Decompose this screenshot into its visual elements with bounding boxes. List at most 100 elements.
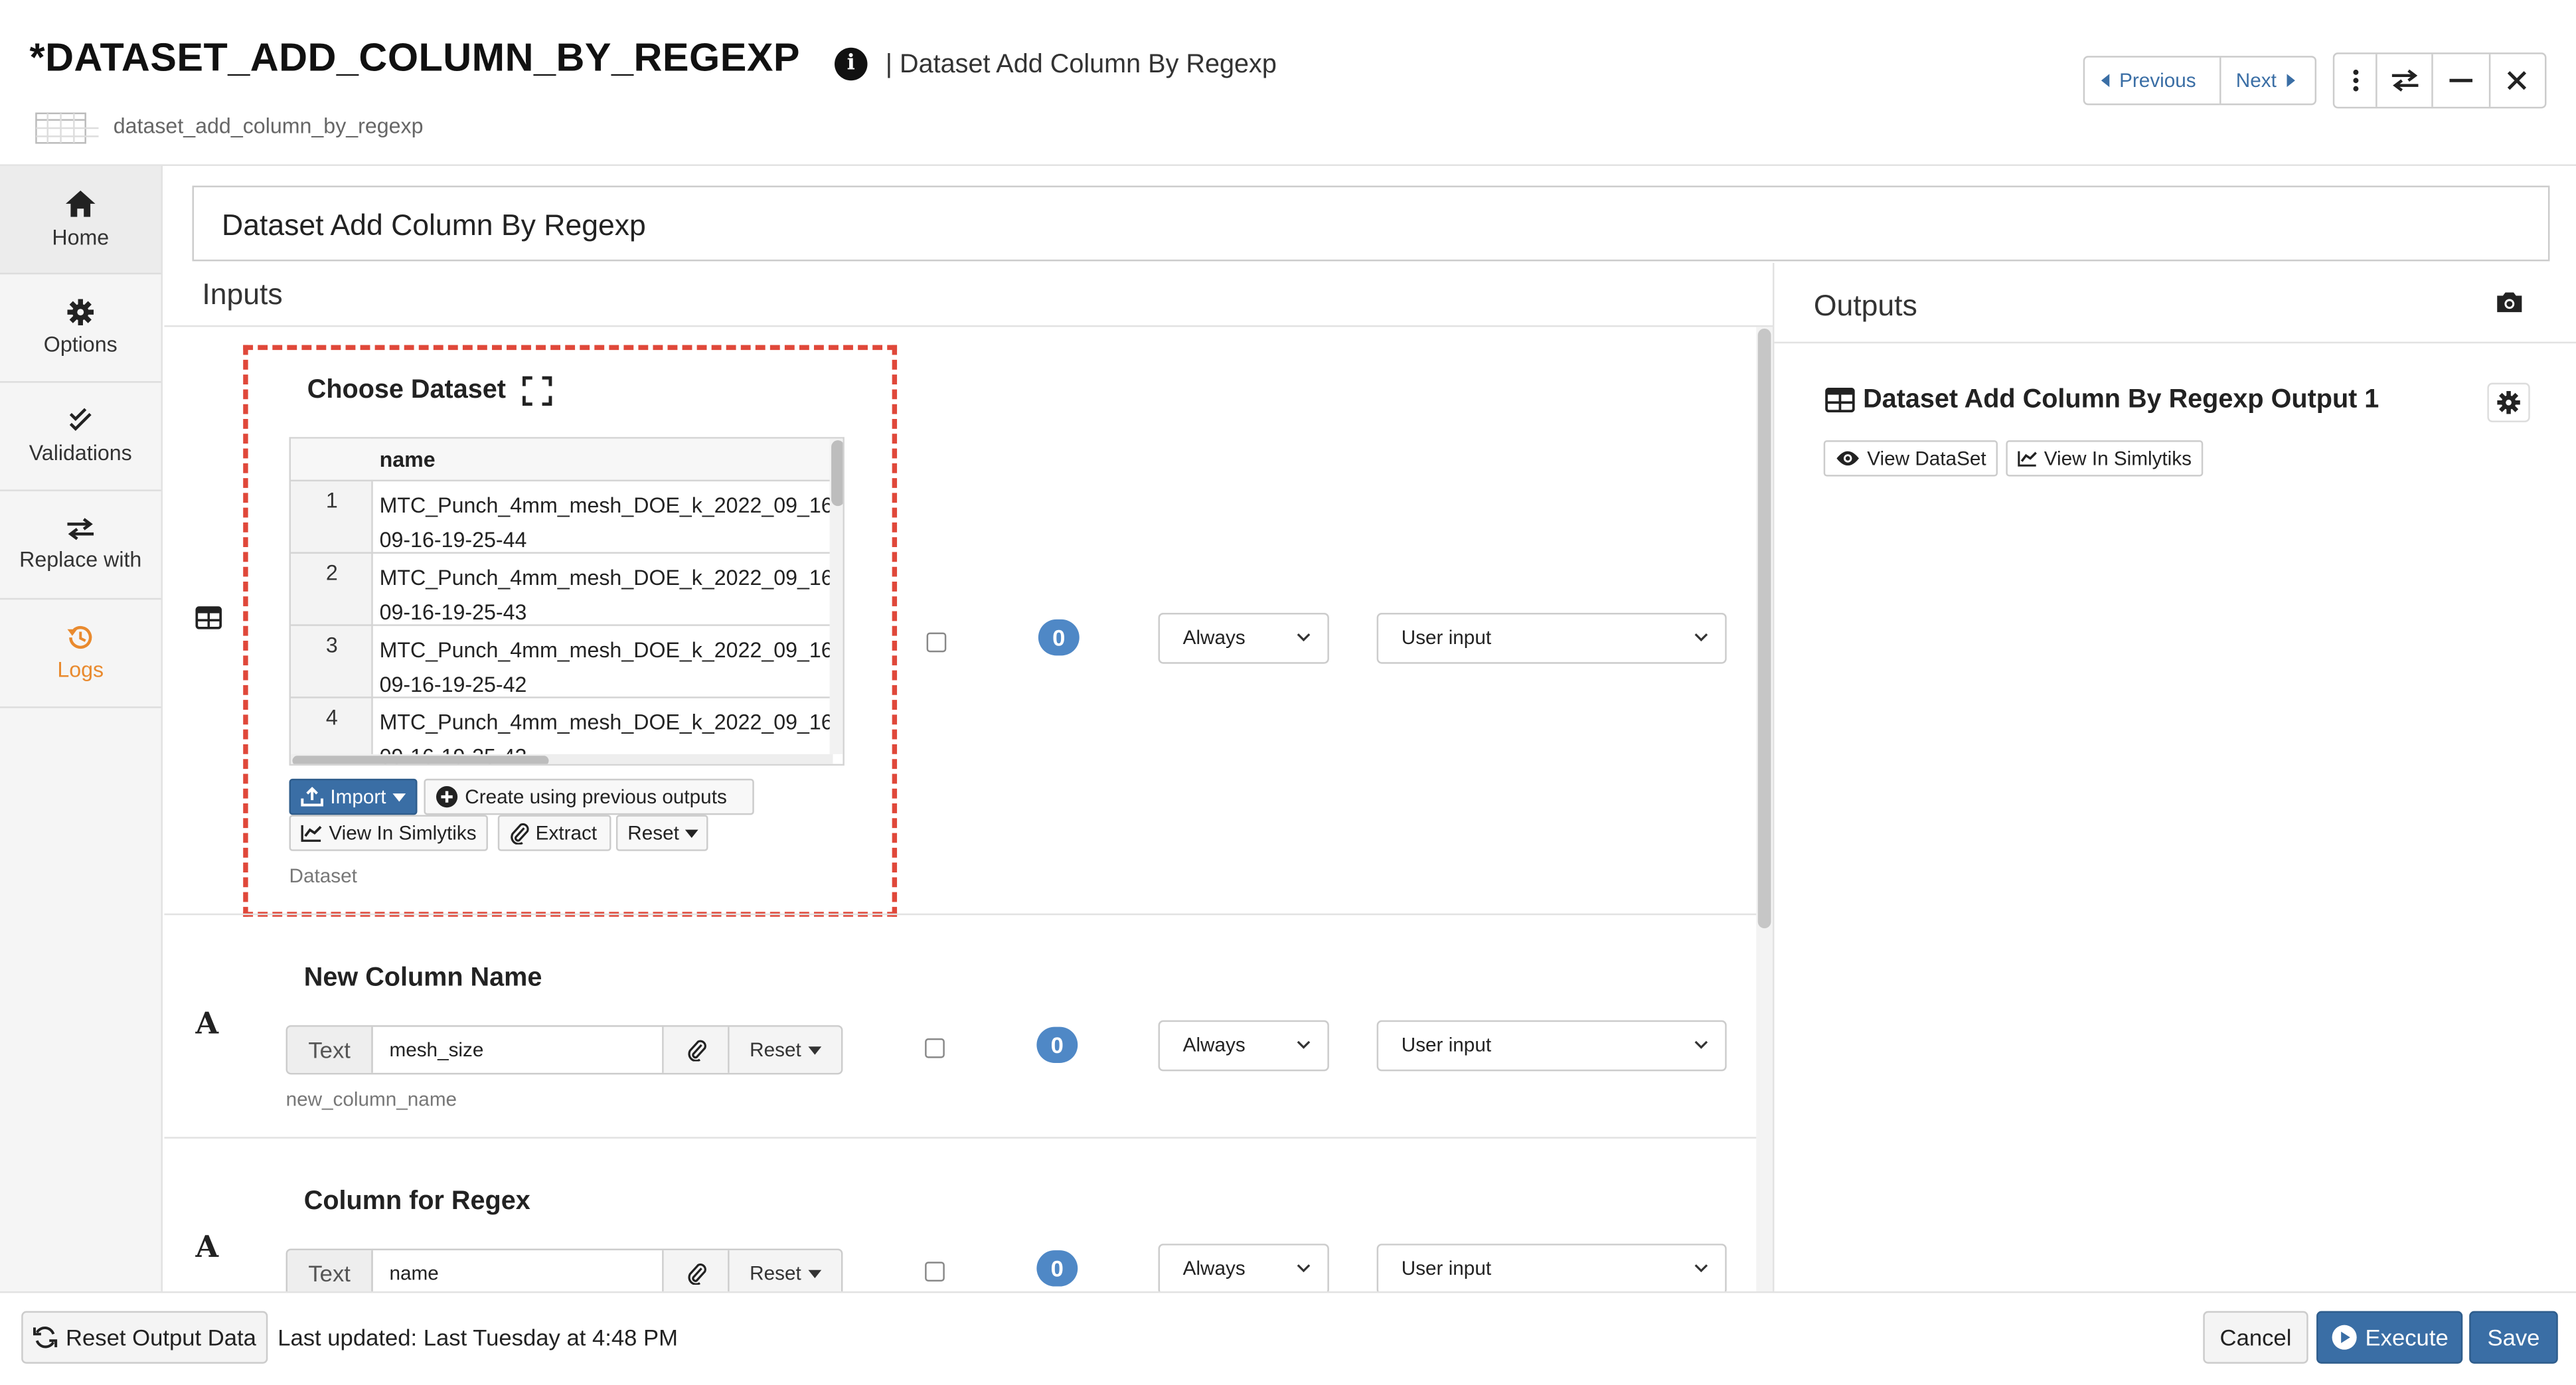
new-column-name-label: New Column Name xyxy=(303,964,542,993)
camera-icon[interactable] xyxy=(2496,291,2524,314)
upload-icon xyxy=(301,787,323,807)
create-using-previous-outputs-button[interactable]: Create using previous outputs xyxy=(424,778,754,815)
row-index: 1 xyxy=(325,487,338,513)
column-for-regex-source-select[interactable]: User input xyxy=(1376,1244,1727,1291)
output-view-in-simlytiks-button[interactable]: View In Simlytiks xyxy=(2006,440,2204,477)
execute-button[interactable]: Execute xyxy=(2316,1311,2463,1364)
attach-button[interactable] xyxy=(663,1250,730,1291)
paperclip-icon xyxy=(511,823,529,845)
table-icon xyxy=(195,606,222,629)
paperclip-icon xyxy=(687,1040,706,1062)
next-label: Next xyxy=(2235,68,2277,92)
grid-horizontal-scrollbar-thumb[interactable] xyxy=(292,756,549,764)
column-for-regex-condition-select[interactable]: Always xyxy=(1158,1244,1329,1291)
output-settings-button[interactable] xyxy=(2487,382,2530,422)
text-type-icon: A xyxy=(195,1230,219,1265)
execute-label: Execute xyxy=(2365,1324,2449,1351)
table-row[interactable]: 1 MTC_Punch_4mm_mesh_DOE_k_2022_09_16 09-… xyxy=(290,481,833,554)
row-value: MTC_Punch_4mm_mesh_DOE_k_2022_09_1609-16… xyxy=(379,493,833,552)
attach-button[interactable] xyxy=(663,1026,730,1073)
vertical-dots-icon xyxy=(2352,69,2358,92)
previous-label: Previous xyxy=(2119,68,2196,92)
column-for-regex-row: A Column for Regex Text name Reset 0 Alw… xyxy=(164,1139,1756,1291)
select-value: Always xyxy=(1182,1033,1246,1057)
paperclip-icon xyxy=(687,1263,706,1285)
sidebar-item-home[interactable]: Home xyxy=(0,165,161,275)
sidebar-item-label: Logs xyxy=(57,657,104,682)
inputs-scrollbar-thumb[interactable] xyxy=(1757,328,1771,929)
reset-dropdown-button[interactable]: Reset xyxy=(615,815,708,851)
sidebar-item-label: Options xyxy=(43,331,118,357)
text-type-icon: A xyxy=(195,1007,219,1042)
text-addon: Text xyxy=(287,1026,373,1073)
import-button[interactable]: Import xyxy=(289,778,418,815)
gear-icon xyxy=(2497,390,2520,414)
chevron-down-icon xyxy=(1297,633,1311,642)
row-value: MTC_Punch_4mm_mesh_DOE_k_2022_09_1609-16… xyxy=(379,565,833,625)
reset-dropdown-button[interactable]: Reset xyxy=(729,1250,841,1291)
minimize-button[interactable] xyxy=(2434,54,2490,107)
inputs-title: Inputs xyxy=(202,278,283,311)
swap-icon xyxy=(2391,69,2418,92)
sidebar-item-label: Home xyxy=(52,225,110,250)
sidebar-item-logs[interactable]: Logs xyxy=(0,600,161,708)
sidebar-item-validations[interactable]: Validations xyxy=(0,383,161,491)
reset-output-data-button[interactable]: Reset Output Data xyxy=(21,1311,268,1364)
view-in-simlytiks-button[interactable]: View In Simlytiks xyxy=(289,815,488,851)
previous-button[interactable]: Previous xyxy=(2101,58,2196,104)
chevron-down-icon xyxy=(1694,1264,1708,1273)
reset-dropdown-button[interactable]: Reset xyxy=(729,1026,841,1073)
close-button[interactable] xyxy=(2490,54,2544,107)
refresh-icon xyxy=(33,1326,58,1348)
reset-label: Reset xyxy=(627,821,679,845)
table-grid-icon xyxy=(35,112,100,144)
minus-icon xyxy=(2449,78,2473,82)
dataset-grid[interactable]: name 1 MTC_Punch_4mm_mesh_DOE_k_2022_09_… xyxy=(289,437,845,766)
dataset-count-badge: 0 xyxy=(1038,619,1080,656)
extract-button[interactable]: Extract xyxy=(497,815,611,851)
column-for-regex-checkbox[interactable] xyxy=(925,1262,945,1282)
expand-icon[interactable] xyxy=(522,376,552,406)
sidebar-item-replace-with[interactable]: Replace with xyxy=(0,491,161,600)
grid-column-header[interactable]: name xyxy=(380,447,436,471)
caret-down-icon xyxy=(807,1269,821,1277)
dataset-condition-select[interactable]: Always xyxy=(1158,612,1329,664)
view-dataset-button[interactable]: View DataSet xyxy=(1823,440,1998,477)
table-row[interactable]: 3 MTC_Punch_4mm_mesh_DOE_k_2022_09_16 09-… xyxy=(290,626,833,698)
new-column-name-input[interactable]: mesh_size xyxy=(373,1026,664,1073)
save-button[interactable]: Save xyxy=(2469,1311,2558,1364)
close-icon xyxy=(2508,71,2527,90)
home-icon xyxy=(65,191,96,217)
new-column-name-source-select[interactable]: User input xyxy=(1376,1020,1727,1072)
plus-circle-icon xyxy=(436,786,458,808)
line-chart-icon xyxy=(2018,451,2037,467)
swap-button[interactable] xyxy=(2377,54,2434,107)
select-value: User input xyxy=(1401,1256,1492,1280)
sidebar-item-options[interactable]: Options xyxy=(0,274,161,383)
play-circle-icon xyxy=(2331,1325,2356,1350)
select-value: User input xyxy=(1401,625,1492,649)
select-value: User input xyxy=(1401,1033,1492,1057)
dataset-source-select[interactable]: User input xyxy=(1376,612,1727,664)
table-row[interactable]: 2 MTC_Punch_4mm_mesh_DOE_k_2022_09_16 09-… xyxy=(290,554,833,626)
cancel-button[interactable]: Cancel xyxy=(2203,1311,2308,1364)
cancel-label: Cancel xyxy=(2219,1324,2292,1351)
page-title: *DATASET_ADD_COLUMN_BY_REGEXP xyxy=(29,36,801,81)
column-for-regex-label: Column for Regex xyxy=(303,1188,530,1216)
view-label: View In Simlytiks xyxy=(329,821,477,845)
text-addon: Text xyxy=(287,1250,373,1291)
tool-name-input[interactable]: Dataset Add Column By Regexp xyxy=(192,185,2550,262)
info-icon[interactable]: i xyxy=(835,47,868,81)
sidebar-item-label: Validations xyxy=(29,440,132,465)
grid-vertical-scrollbar-thumb[interactable] xyxy=(831,440,843,507)
new-column-name-checkbox[interactable] xyxy=(925,1038,945,1058)
more-menu-button[interactable] xyxy=(2334,54,2377,107)
row-index: 2 xyxy=(325,560,338,585)
new-column-name-condition-select[interactable]: Always xyxy=(1158,1020,1329,1072)
row-value: MTC_Punch_4mm_mesh_DOE_k_2022_09_1609-16… xyxy=(379,637,833,697)
next-button[interactable]: Next xyxy=(2235,58,2295,104)
dataset-checkbox[interactable] xyxy=(926,632,947,653)
import-label: Import xyxy=(330,785,386,809)
column-for-regex-input[interactable]: name xyxy=(373,1250,664,1291)
new-column-name-hint: new_column_name xyxy=(285,1088,457,1111)
